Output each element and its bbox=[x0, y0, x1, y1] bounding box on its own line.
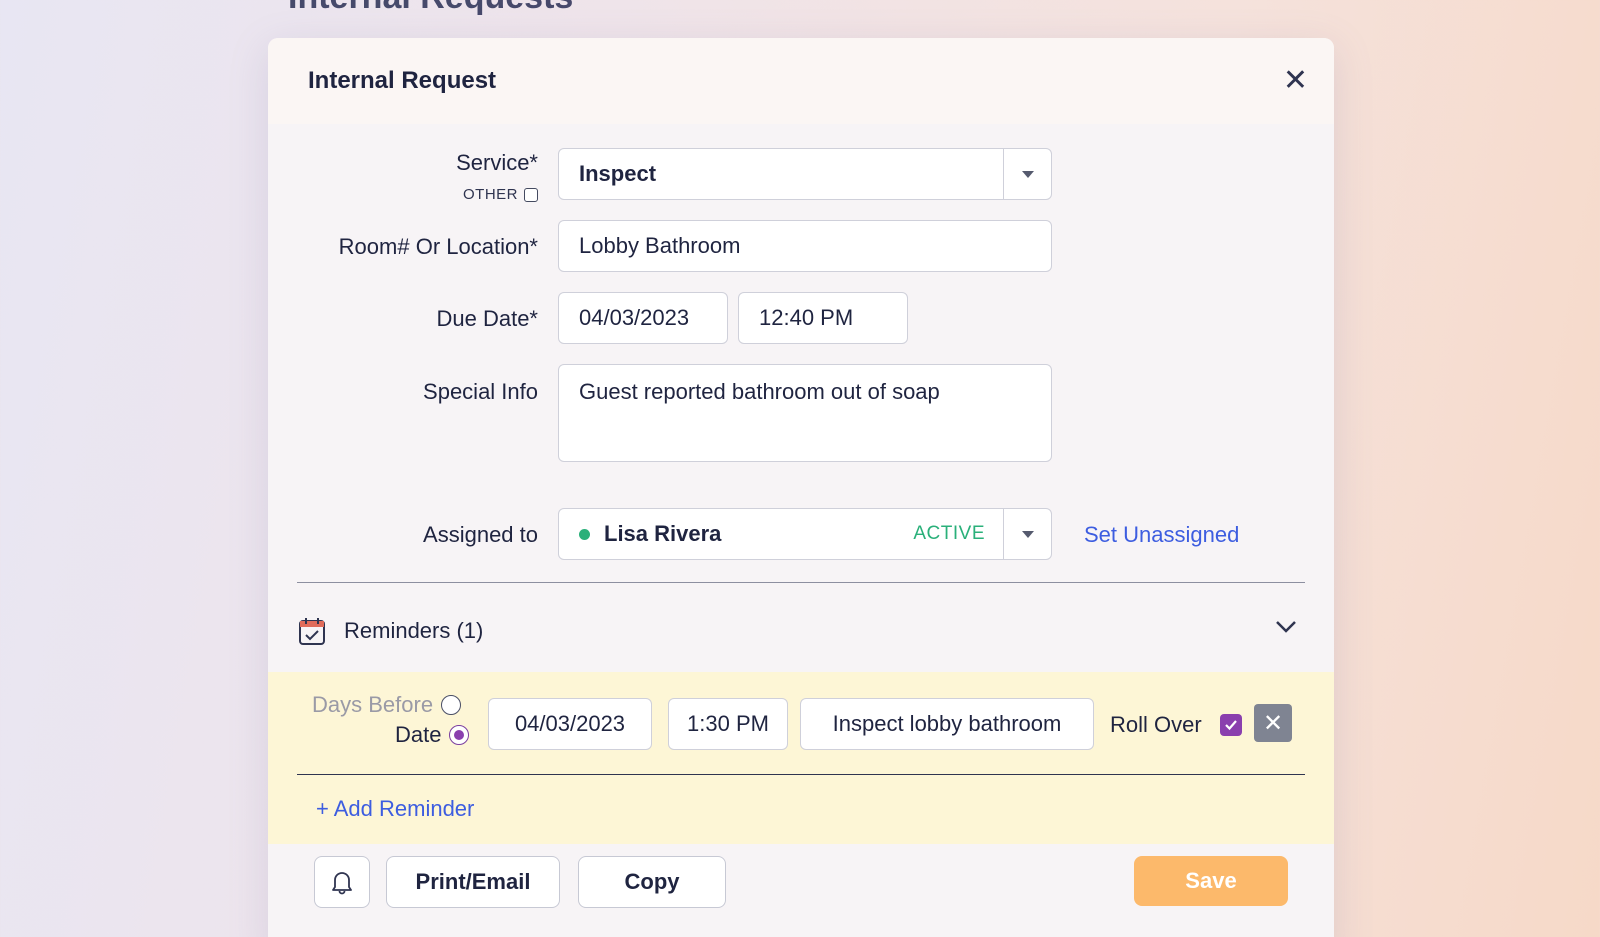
modal-header: Internal Request ✕ bbox=[268, 38, 1334, 124]
other-checkbox[interactable] bbox=[524, 187, 538, 202]
service-value: Inspect bbox=[579, 161, 657, 186]
chevron-down-icon[interactable] bbox=[1003, 509, 1051, 559]
reminders-header[interactable]: Reminders (1) bbox=[298, 607, 1306, 655]
remove-reminder-button[interactable]: ✕ bbox=[1254, 704, 1292, 742]
service-select[interactable]: Inspect bbox=[558, 148, 1052, 200]
calendar-check-icon bbox=[299, 618, 325, 645]
bell-icon bbox=[332, 872, 352, 895]
modal-title: Internal Request bbox=[308, 67, 497, 94]
assigned-label: Assigned to bbox=[423, 522, 538, 547]
date-label: Date bbox=[395, 722, 442, 747]
save-button[interactable]: Save bbox=[1134, 856, 1288, 906]
location-label: Room# Or Location* bbox=[338, 234, 538, 259]
rollover-checkbox[interactable] bbox=[1220, 714, 1242, 736]
reminder-text-input[interactable]: Inspect lobby bathroom bbox=[800, 698, 1094, 750]
date-radio[interactable] bbox=[449, 725, 470, 745]
other-label: OTHER bbox=[463, 186, 518, 203]
notify-button[interactable] bbox=[314, 856, 370, 908]
rollover-label: Roll Over bbox=[1110, 712, 1202, 737]
special-info-label: Special Info bbox=[423, 379, 538, 404]
due-date-label: Due Date* bbox=[436, 306, 538, 331]
print-email-button[interactable]: Print/Email bbox=[386, 856, 560, 908]
date-option[interactable]: Date bbox=[395, 722, 470, 748]
reminder-time-input[interactable]: 1:30 PM bbox=[668, 698, 788, 750]
reminder-date-input[interactable]: 04/03/2023 bbox=[488, 698, 652, 750]
status-badge: ACTIVE bbox=[913, 523, 985, 544]
add-reminder-link[interactable]: + Add Reminder bbox=[316, 796, 474, 822]
assignee-name: Lisa Rivera bbox=[604, 521, 722, 546]
location-value: Lobby Bathroom bbox=[579, 233, 741, 258]
page-title: Internal Requests bbox=[288, 0, 573, 17]
days-before-radio[interactable] bbox=[441, 695, 462, 715]
special-info-textarea[interactable]: Guest reported bathroom out of soap bbox=[558, 364, 1052, 462]
reminders-label: Reminders (1) bbox=[344, 618, 484, 643]
due-time-value: 12:40 PM bbox=[759, 305, 854, 330]
days-before-label: Days Before bbox=[312, 692, 434, 717]
divider bbox=[297, 582, 1305, 583]
due-date-value: 04/03/2023 bbox=[579, 305, 690, 330]
status-dot-icon bbox=[579, 528, 590, 540]
close-icon[interactable]: ✕ bbox=[1283, 66, 1308, 96]
days-before-option[interactable]: Days Before bbox=[312, 692, 462, 718]
reminder-text-value: Inspect lobby bathroom bbox=[832, 711, 1062, 736]
internal-request-modal: Internal Request ✕ Service* OTHER Inspec… bbox=[268, 38, 1334, 937]
assignee-select[interactable]: Lisa Rivera ACTIVE bbox=[558, 508, 1052, 560]
service-label: Service* bbox=[456, 150, 538, 175]
other-option: OTHER bbox=[463, 186, 538, 203]
location-input[interactable]: Lobby Bathroom bbox=[558, 220, 1052, 272]
chevron-down-icon[interactable] bbox=[1274, 619, 1298, 635]
check-icon bbox=[1225, 720, 1237, 731]
due-time-input[interactable]: 12:40 PM bbox=[738, 292, 908, 344]
copy-button[interactable]: Copy bbox=[578, 856, 726, 908]
reminder-date-value: 04/03/2023 bbox=[514, 711, 626, 736]
due-date-input[interactable]: 04/03/2023 bbox=[558, 292, 728, 344]
chevron-down-icon[interactable] bbox=[1003, 149, 1051, 199]
reminder-time-value: 1:30 PM bbox=[687, 711, 769, 736]
divider bbox=[297, 774, 1305, 775]
set-unassigned-link[interactable]: Set Unassigned bbox=[1084, 522, 1239, 548]
reminder-panel: Days Before Date 04/03/2023 1:30 PM Insp… bbox=[268, 672, 1334, 844]
special-info-value: Guest reported bathroom out of soap bbox=[579, 379, 940, 404]
